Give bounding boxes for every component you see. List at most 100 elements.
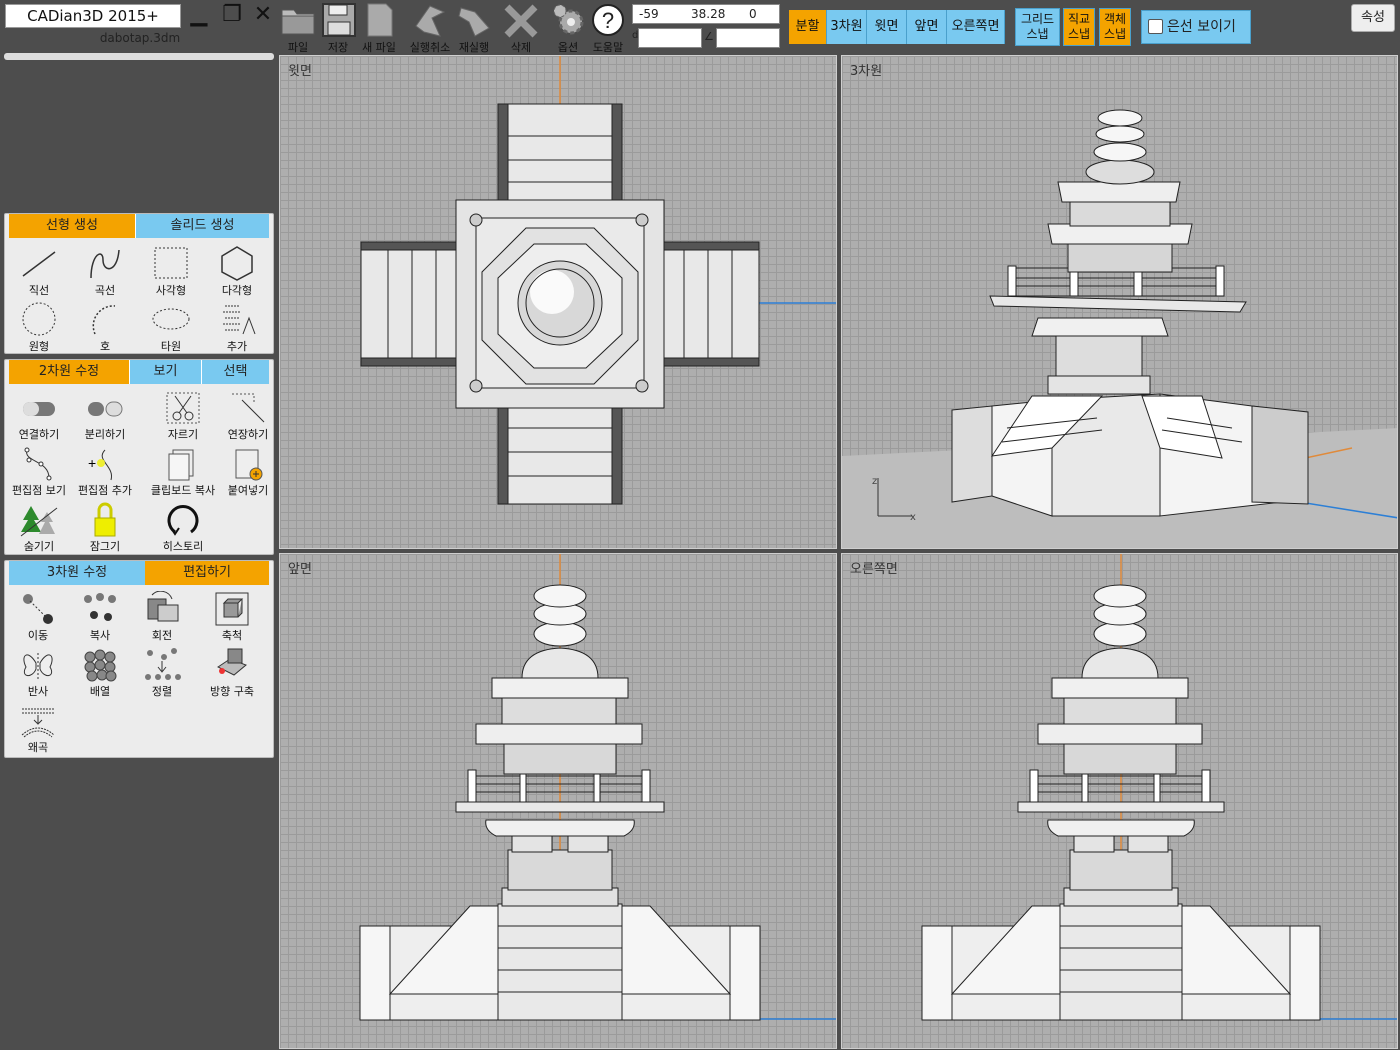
folder-icon [281, 9, 315, 35]
tool-circle[interactable]: 원형 [6, 300, 72, 354]
tool-add[interactable]: 추가 [204, 300, 270, 354]
angle-input[interactable] [716, 28, 780, 48]
pagoda-front-view-drawing [359, 554, 836, 1021]
tab-solid-create[interactable]: 솔리드 생성 [135, 214, 269, 238]
scissors-icon [166, 392, 200, 424]
save-button[interactable]: 저장 [317, 0, 359, 54]
viewport-top[interactable]: 윗면 [279, 55, 837, 549]
tab-2d-modify[interactable]: 2차원 수정 [9, 360, 129, 384]
rectangle-icon [154, 247, 188, 279]
tool-align[interactable]: 정렬 [129, 647, 195, 701]
add-point-icon: + [88, 449, 112, 481]
tool-rectangle[interactable]: 사각형 [138, 244, 204, 298]
tool-history[interactable]: 히스토리 [150, 502, 216, 556]
tool-copy[interactable]: 복사 [67, 591, 133, 645]
3d-view-button[interactable]: 3차원 [827, 10, 867, 44]
hidden-line-label: 은선 보이기 [1167, 19, 1236, 35]
viewport-3d[interactable]: 3차원 z x [841, 55, 1398, 549]
split-view-button[interactable]: 분할 [789, 10, 827, 44]
grid-snap-label-1: 그리드 [1020, 12, 1055, 26]
orient-box-icon [217, 648, 247, 676]
restore-button[interactable]: ❐ [218, 2, 246, 30]
tool-show-edit-points[interactable]: 편집점 보기 [6, 446, 72, 500]
lock-icon [94, 502, 116, 537]
arc-icon [92, 305, 116, 335]
undo-button[interactable]: 실행취소 [406, 0, 454, 54]
tab-3d-modify[interactable]: 3차원 수정 [9, 561, 145, 585]
new-file-icon [367, 3, 393, 37]
tool-trim[interactable]: 자르기 [150, 390, 216, 444]
delete-button[interactable]: 삭제 [500, 0, 542, 54]
tab-view[interactable]: 보기 [129, 360, 201, 384]
coord-y: 38.28 [691, 7, 726, 21]
axis-x-label: x [910, 512, 916, 523]
coordinate-display: -59 38.28 0 [632, 4, 780, 24]
help-button[interactable]: ? 도움말 [587, 0, 629, 54]
tool-curve[interactable]: 곡선 [72, 244, 138, 298]
tool-hide[interactable]: 숨기기 [6, 502, 72, 556]
tool-clipboard-copy[interactable]: 클립보드 복사 [150, 446, 216, 500]
tool-ellipse[interactable]: 타원 [138, 300, 204, 354]
top-view-button[interactable]: 윗면 [867, 10, 907, 44]
object-snap-label-1: 객체 [1103, 12, 1127, 26]
object-snap-button[interactable]: 객체 스냅 [1099, 8, 1131, 46]
help-question-icon: ? [592, 4, 624, 36]
tool-explode[interactable]: 분리하기 [72, 390, 138, 444]
pagoda-right-view-drawing [921, 554, 1397, 1021]
modify-3d-panel: 3차원 수정 편집하기 이동 복사 회전 축척 반사 배열 정렬 방향 구축 왜… [4, 560, 274, 758]
rotate-box-icon [147, 591, 179, 622]
new-file-button[interactable]: 새 파일 [358, 0, 400, 54]
grid-snap-button[interactable]: 그리드 스냅 [1015, 8, 1060, 46]
tool-warp[interactable]: 왜곡 [5, 703, 71, 757]
tool-array[interactable]: 배열 [67, 647, 133, 701]
ortho-snap-button[interactable]: 직교 스냅 [1063, 8, 1095, 46]
tool-add-edit-point[interactable]: + 편집점 추가 [72, 446, 138, 500]
options-button[interactable]: 옵션 [547, 0, 589, 54]
linear-create-panel: 선형 생성 솔리드 생성 직선 곡선 사각형 다각형 원형 호 타원 추가 [4, 213, 274, 354]
viewport-right[interactable]: 오른쪽면 [841, 553, 1398, 1049]
tool-mirror[interactable]: 반사 [5, 647, 71, 701]
tool-extend[interactable]: 연장하기 [215, 390, 281, 444]
tab-select[interactable]: 선택 [201, 360, 269, 384]
polygon-icon [221, 246, 253, 281]
tool-move[interactable]: 이동 [5, 591, 71, 645]
paste-icon [235, 449, 263, 481]
tool-scale[interactable]: 축척 [199, 591, 265, 645]
undo-icon [415, 5, 446, 37]
tool-polygon[interactable]: 다각형 [204, 244, 270, 298]
coord-x: -59 [639, 7, 659, 21]
hidden-line-checkbox[interactable] [1148, 19, 1163, 34]
minimize-button[interactable]: ▁ [185, 2, 213, 30]
file-button[interactable]: 파일 [277, 0, 319, 54]
tool-arc[interactable]: 호 [72, 300, 138, 354]
tool-lock[interactable]: 잠그기 [72, 502, 138, 556]
pagoda-top-view-drawing [360, 56, 836, 505]
right-view-button[interactable]: 오른쪽면 [947, 10, 1005, 44]
butterfly-mirror-icon [23, 653, 53, 681]
delete-x-icon [504, 4, 538, 38]
front-view-button[interactable]: 앞면 [907, 10, 947, 44]
tool-line[interactable]: 직선 [6, 244, 72, 298]
tool-rotate[interactable]: 회전 [129, 591, 195, 645]
svg-text:?: ? [602, 8, 614, 33]
tool-join[interactable]: 연결하기 [6, 390, 72, 444]
copy-spheres-icon [84, 593, 116, 621]
tool-orient[interactable]: 방향 구축 [199, 647, 265, 701]
redo-button[interactable]: 재실행 [455, 0, 493, 54]
extend-icon [232, 393, 265, 423]
close-button[interactable]: ✕ [249, 2, 277, 30]
tab-linear-create[interactable]: 선형 생성 [9, 214, 135, 238]
ortho-snap-label-2: 스냅 [1067, 27, 1091, 41]
copy-pages-icon [168, 449, 194, 481]
hidden-line-toggle[interactable]: 은선 보이기 [1141, 10, 1251, 44]
floppy-icon [322, 3, 356, 37]
tree-hide-icon [20, 506, 58, 537]
tool-paste[interactable]: 붙여넣기 [215, 446, 281, 500]
viewport-front[interactable]: 앞면 [279, 553, 837, 1049]
tab-edit[interactable]: 편집하기 [145, 561, 269, 585]
modify-2d-panel: 2차원 수정 보기 선택 연결하기 분리하기 자르기 연장하기 편집점 보기 +… [4, 359, 274, 555]
distance-input[interactable] [638, 28, 702, 48]
svg-text:+: + [88, 455, 96, 471]
properties-button[interactable]: 속성 [1351, 4, 1395, 32]
circle-icon [22, 302, 56, 336]
